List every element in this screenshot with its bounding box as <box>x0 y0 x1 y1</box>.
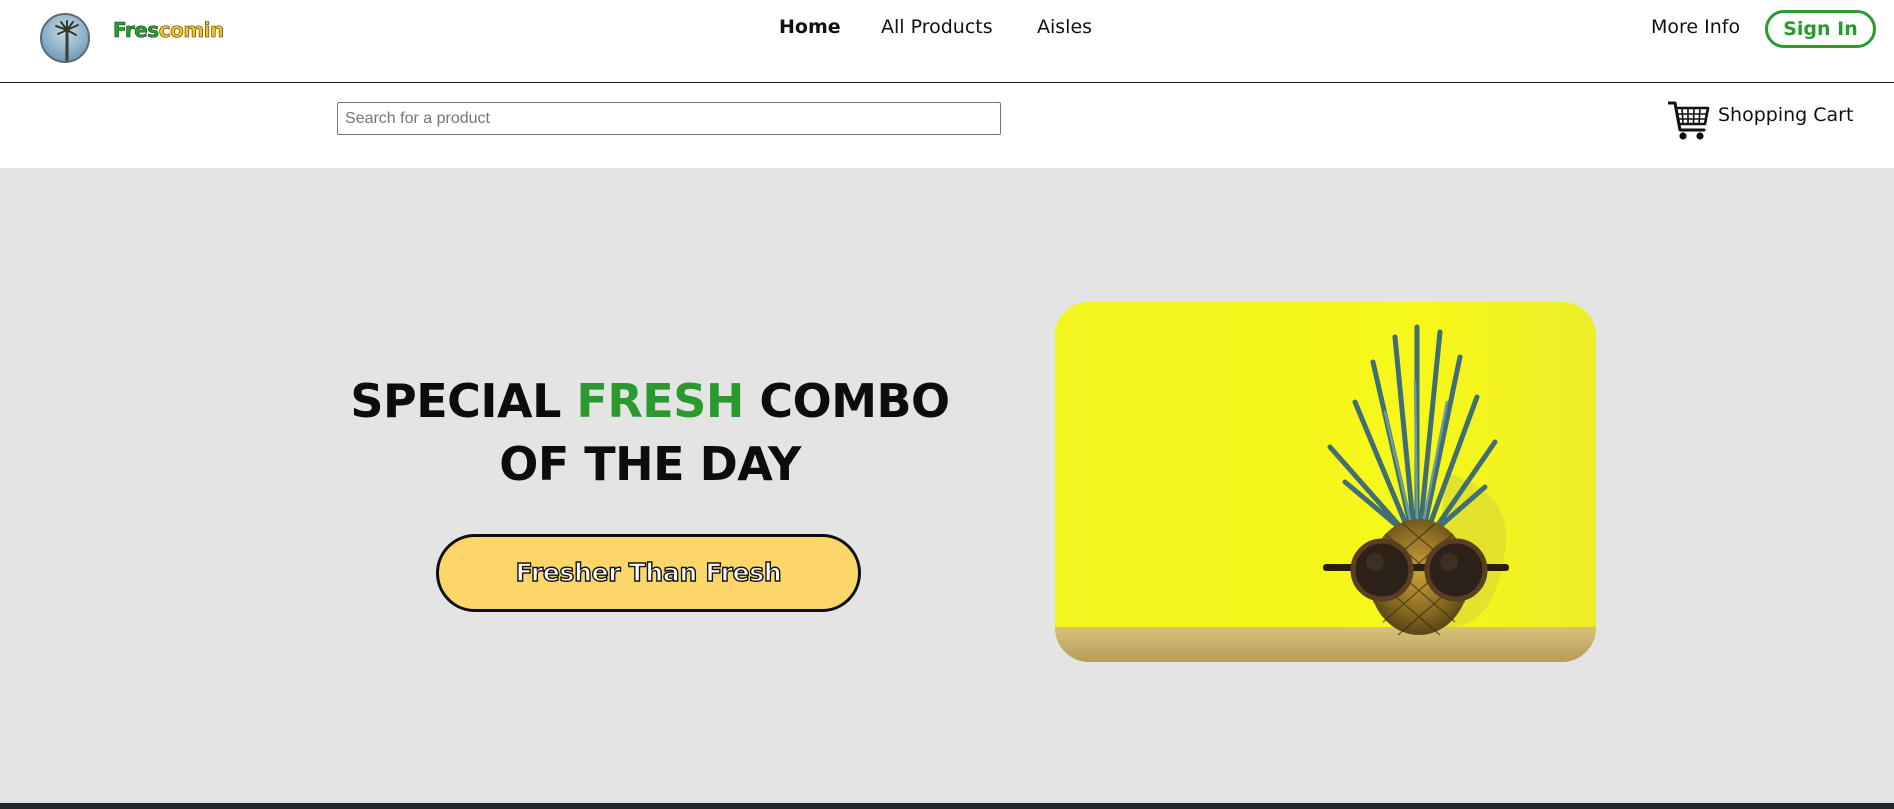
pineapple-with-sunglasses-photo <box>1055 302 1596 662</box>
more-info-link[interactable]: More Info <box>1651 16 1740 38</box>
sign-in-button[interactable]: Sign In <box>1765 10 1876 48</box>
footer-edge <box>0 803 1894 809</box>
fresher-than-fresh-button[interactable]: Fresher Than Fresh <box>436 534 861 612</box>
main-nav: Home All Products Aisles <box>0 16 1894 42</box>
hero-title-accent: FRESH <box>576 374 744 428</box>
search-input[interactable] <box>337 102 1001 135</box>
nav-link-home[interactable]: Home <box>779 16 841 38</box>
top-navigation-bar: Frescomin Home All Products Aisles More … <box>0 0 1894 83</box>
shopping-cart-icon <box>1668 101 1710 140</box>
hero-section: SPECIAL FRESH COMBO OF THE DAY Fresher T… <box>0 168 1894 803</box>
search-bar-row: Shopping Cart <box>0 83 1894 168</box>
shopping-cart-label: Shopping Cart <box>1718 104 1854 126</box>
hero-title-part-1: SPECIAL <box>350 374 561 428</box>
shopping-cart-link[interactable]: Shopping Cart <box>1668 99 1853 143</box>
hero-title: SPECIAL FRESH COMBO OF THE DAY <box>320 370 980 496</box>
nav-link-aisles[interactable]: Aisles <box>1037 16 1092 38</box>
nav-link-all-products[interactable]: All Products <box>881 16 993 38</box>
